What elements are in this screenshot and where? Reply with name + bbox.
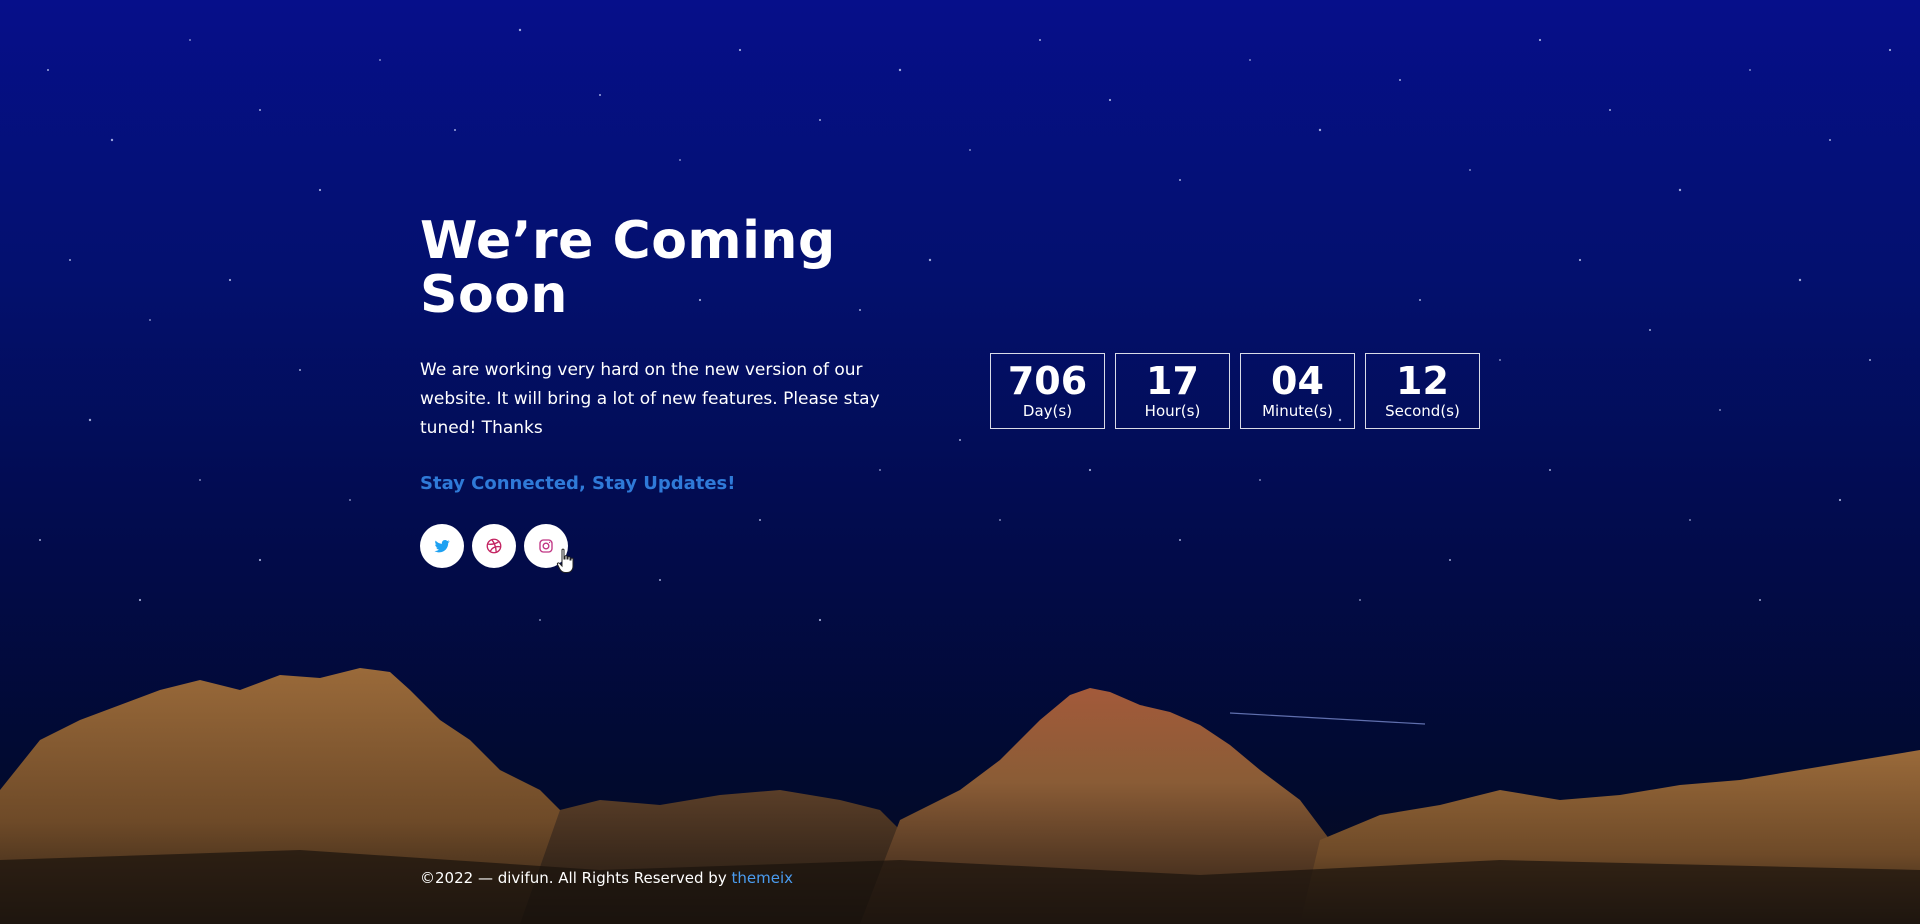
countdown-days: 706 Day(s) (990, 353, 1105, 429)
countdown-value: 12 (1396, 359, 1449, 403)
countdown-label: Hour(s) (1144, 402, 1201, 420)
footer-copyright: ©2022 — divifun. All Rights Reserved by … (420, 868, 793, 888)
instagram-icon (539, 539, 553, 553)
countdown-value: 17 (1146, 359, 1199, 403)
countdown-minutes: 04 Minute(s) (1240, 353, 1355, 429)
dribbble-icon (486, 538, 502, 554)
countdown-timer: 706 Day(s) 17 Hour(s) 04 Minute(s) 12 Se… (990, 353, 1480, 429)
countdown-hours: 17 Hour(s) (1115, 353, 1230, 429)
hero-tagline: Stay Connected, Stay Updates! (420, 473, 736, 494)
twitter-button[interactable] (420, 524, 464, 568)
hero-description: We are working very hard on the new vers… (420, 360, 880, 438)
countdown-label: Day(s) (1022, 402, 1073, 420)
twitter-icon (434, 540, 450, 553)
hero-content: We’re Coming Soon We are working very ha… (420, 214, 940, 568)
countdown-label: Second(s) (1385, 402, 1460, 420)
mountains-background (0, 668, 1920, 924)
countdown-label: Minute(s) (1262, 402, 1333, 420)
countdown-value: 706 (1007, 359, 1088, 403)
social-links (420, 524, 940, 568)
footer-text: ©2022 — divifun. All Rights Reserved by (420, 869, 727, 887)
coming-soon-page: We’re Coming Soon We are working very ha… (0, 0, 1920, 924)
page-title: We’re Coming Soon (420, 211, 836, 325)
countdown-seconds: 12 Second(s) (1365, 353, 1480, 429)
countdown-value: 04 (1271, 359, 1324, 403)
hand-cursor-icon (556, 548, 574, 573)
dribbble-button[interactable] (472, 524, 516, 568)
footer-author-link[interactable]: themeix (731, 869, 793, 887)
